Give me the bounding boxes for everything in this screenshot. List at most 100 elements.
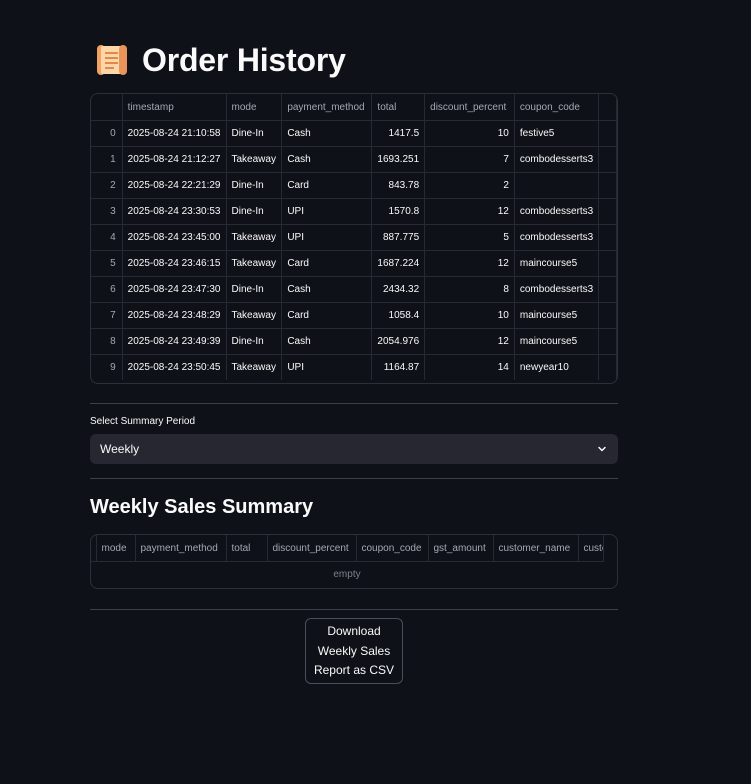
column-header[interactable]: total: [371, 94, 426, 121]
row-index[interactable]: 7: [91, 302, 123, 329]
cell-discount-percent[interactable]: 8: [424, 276, 515, 303]
row-index[interactable]: 0: [91, 120, 123, 147]
column-header[interactable]: mode: [96, 535, 136, 562]
cell-timestamp[interactable]: 2025-08-24 23:48:29: [122, 302, 227, 329]
cell-overflow[interactable]: [598, 172, 617, 199]
cell-mode[interactable]: Takeaway: [226, 146, 283, 173]
row-index[interactable]: 3: [91, 198, 123, 225]
cell-discount-percent[interactable]: 14: [424, 354, 515, 380]
column-header[interactable]: payment_method: [135, 535, 227, 562]
table-row[interactable]: 3 2025-08-24 23:30:53 Dine-In UPI 1570.8 12 co…: [91, 198, 617, 225]
table-row[interactable]: 7 2025-08-24 23:48:29 Takeaway Card 1058.4 10…: [91, 302, 617, 329]
cell-payment-method[interactable]: Card: [281, 250, 373, 277]
download-csv-button[interactable]: Download Weekly Sales Report as CSV: [305, 618, 403, 684]
cell-coupon-code[interactable]: combodesserts3: [514, 146, 600, 173]
table-row[interactable]: 6 2025-08-24 23:47:30 Dine-In Cash 2434.32 8 c…: [91, 276, 617, 303]
cell-mode[interactable]: Dine-In: [226, 198, 283, 225]
column-header[interactable]: gst_amount: [428, 535, 494, 562]
table-row[interactable]: 9 2025-08-24 23:50:45 Takeaway UPI 1164.87 14…: [91, 354, 617, 380]
cell-payment-method[interactable]: Card: [281, 302, 373, 329]
cell-discount-percent[interactable]: 5: [424, 224, 515, 251]
cell-overflow[interactable]: [598, 120, 617, 147]
column-header[interactable]: payment_method: [281, 94, 373, 121]
cell-coupon-code[interactable]: [514, 172, 600, 199]
cell-timestamp[interactable]: 2025-08-24 23:46:15: [122, 250, 227, 277]
cell-mode[interactable]: Takeaway: [226, 354, 283, 380]
column-header[interactable]: timestamp: [122, 94, 227, 121]
column-header[interactable]: custo: [578, 535, 604, 562]
cell-coupon-code[interactable]: festive5: [514, 120, 600, 147]
cell-total[interactable]: 2054.976: [371, 328, 426, 355]
cell-total[interactable]: 1417.5: [371, 120, 426, 147]
cell-total[interactable]: 843.78: [371, 172, 426, 199]
cell-total[interactable]: 1164.87: [371, 354, 426, 380]
cell-total[interactable]: 1058.4: [371, 302, 426, 329]
cell-timestamp[interactable]: 2025-08-24 23:49:39: [122, 328, 227, 355]
cell-overflow[interactable]: [598, 224, 617, 251]
orders-dataframe[interactable]: timestamp mode payment_method total disc…: [90, 93, 618, 384]
cell-overflow[interactable]: [598, 198, 617, 225]
cell-discount-percent[interactable]: 7: [424, 146, 515, 173]
cell-total[interactable]: 1570.8: [371, 198, 426, 225]
table-row[interactable]: 4 2025-08-24 23:45:00 Takeaway UPI 887.775 5 c…: [91, 224, 617, 251]
cell-timestamp[interactable]: 2025-08-24 22:21:29: [122, 172, 227, 199]
cell-timestamp[interactable]: 2025-08-24 23:47:30: [122, 276, 227, 303]
cell-payment-method[interactable]: Cash: [281, 276, 373, 303]
row-index[interactable]: 5: [91, 250, 123, 277]
cell-discount-percent[interactable]: 10: [424, 120, 515, 147]
cell-payment-method[interactable]: UPI: [281, 354, 373, 380]
cell-mode[interactable]: Takeaway: [226, 224, 283, 251]
column-header[interactable]: mode: [226, 94, 283, 121]
cell-overflow[interactable]: [598, 250, 617, 277]
cell-mode[interactable]: Dine-In: [226, 328, 283, 355]
cell-discount-percent[interactable]: 2: [424, 172, 515, 199]
cell-payment-method[interactable]: Card: [281, 172, 373, 199]
column-header[interactable]: coupon_code: [356, 535, 429, 562]
cell-payment-method[interactable]: UPI: [281, 224, 373, 251]
cell-overflow[interactable]: [598, 276, 617, 303]
cell-coupon-code[interactable]: combodesserts3: [514, 276, 600, 303]
cell-timestamp[interactable]: 2025-08-24 21:10:58: [122, 120, 227, 147]
cell-coupon-code[interactable]: maincourse5: [514, 328, 600, 355]
cell-coupon-code[interactable]: newyear10: [514, 354, 600, 380]
column-header[interactable]: coupon_code: [514, 94, 600, 121]
cell-timestamp[interactable]: 2025-08-24 21:12:27: [122, 146, 227, 173]
table-row[interactable]: 2 2025-08-24 22:21:29 Dine-In Card 843.78 2: [91, 172, 617, 199]
cell-overflow[interactable]: [598, 146, 617, 173]
cell-discount-percent[interactable]: 10: [424, 302, 515, 329]
cell-mode[interactable]: Takeaway: [226, 302, 283, 329]
summary-dataframe[interactable]: mode payment_method total discount_perce…: [90, 534, 618, 589]
cell-overflow[interactable]: [598, 302, 617, 329]
cell-total[interactable]: 887.775: [371, 224, 426, 251]
cell-discount-percent[interactable]: 12: [424, 198, 515, 225]
cell-overflow[interactable]: [598, 354, 617, 380]
row-index[interactable]: 1: [91, 146, 123, 173]
column-header[interactable]: discount_percent: [424, 94, 515, 121]
column-header[interactable]: [598, 94, 617, 121]
cell-total[interactable]: 1693.251: [371, 146, 426, 173]
table-row[interactable]: 0 2025-08-24 21:10:58 Dine-In Cash 1417.5 10 f…: [91, 120, 617, 147]
cell-overflow[interactable]: [598, 328, 617, 355]
cell-coupon-code[interactable]: maincourse5: [514, 302, 600, 329]
cell-payment-method[interactable]: Cash: [281, 146, 373, 173]
column-header[interactable]: total: [226, 535, 268, 562]
cell-payment-method[interactable]: UPI: [281, 198, 373, 225]
cell-payment-method[interactable]: Cash: [281, 120, 373, 147]
table-row[interactable]: 8 2025-08-24 23:49:39 Dine-In Cash 2054.976 1…: [91, 328, 617, 355]
table-row[interactable]: 5 2025-08-24 23:46:15 Takeaway Card 1687.224…: [91, 250, 617, 277]
row-index[interactable]: 2: [91, 172, 123, 199]
cell-payment-method[interactable]: Cash: [281, 328, 373, 355]
cell-timestamp[interactable]: 2025-08-24 23:45:00: [122, 224, 227, 251]
row-index[interactable]: 6: [91, 276, 123, 303]
cell-discount-percent[interactable]: 12: [424, 250, 515, 277]
table-row[interactable]: 1 2025-08-24 21:12:27 Takeaway Cash 1693.251…: [91, 146, 617, 173]
cell-discount-percent[interactable]: 12: [424, 328, 515, 355]
row-index[interactable]: 4: [91, 224, 123, 251]
cell-mode[interactable]: Takeaway: [226, 250, 283, 277]
cell-timestamp[interactable]: 2025-08-24 23:50:45: [122, 354, 227, 380]
cell-total[interactable]: 1687.224: [371, 250, 426, 277]
cell-coupon-code[interactable]: combodesserts3: [514, 198, 600, 225]
row-index[interactable]: 8: [91, 328, 123, 355]
row-index[interactable]: 9: [91, 354, 123, 380]
cell-mode[interactable]: Dine-In: [226, 172, 283, 199]
